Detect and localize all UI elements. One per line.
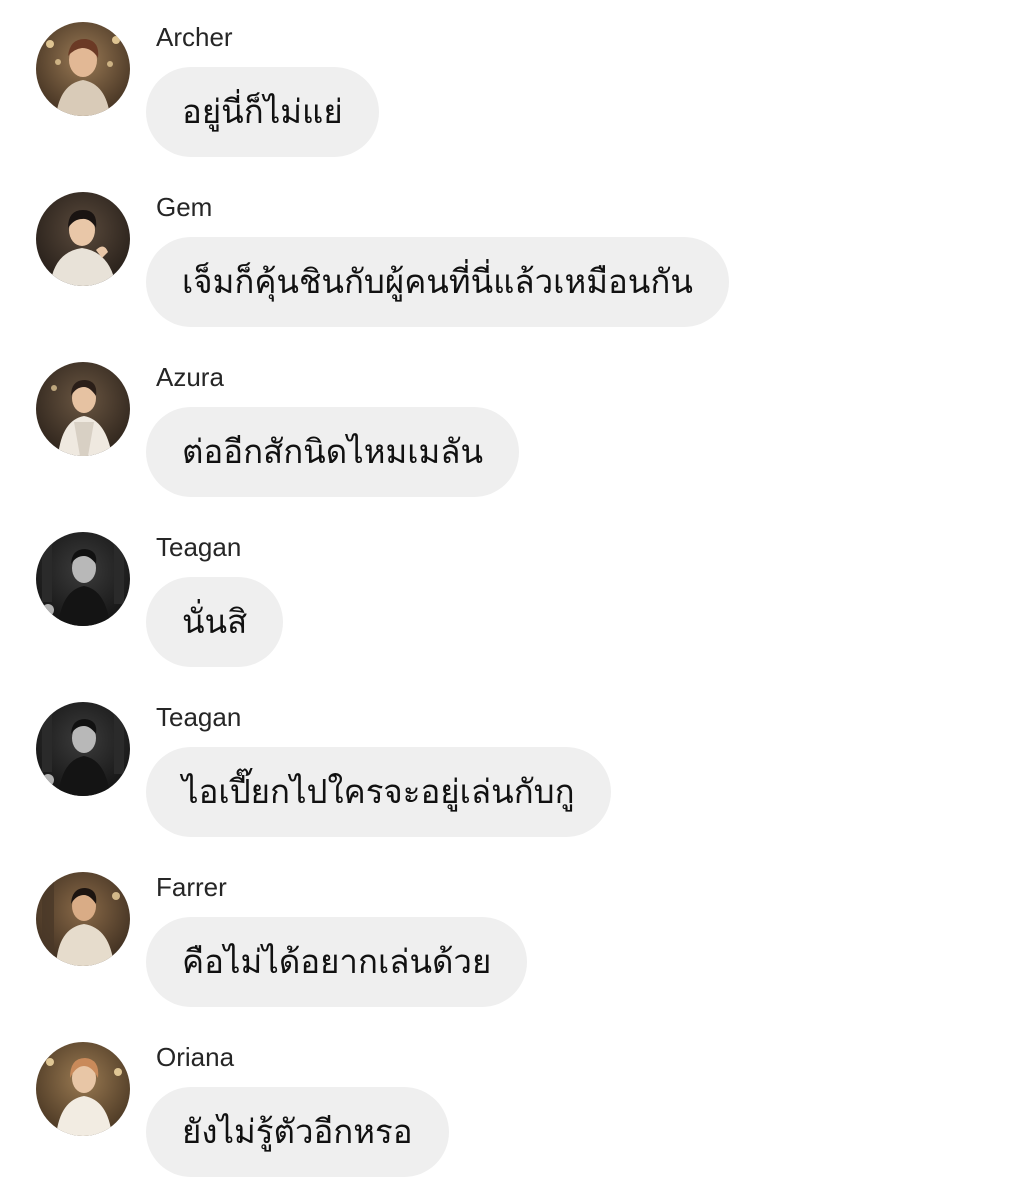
message-row: Archer อยู่นี่ก็ไม่แย่ (0, 0, 1021, 170)
message-bubble[interactable]: นั่นสิ (146, 577, 284, 667)
sender-name: Oriana (156, 1042, 235, 1072)
message-bubble[interactable]: อยู่นี่ก็ไม่แย่ (146, 67, 379, 157)
avatar-photo-icon (36, 702, 130, 796)
message-bubble[interactable]: เจ็มก็คุ้นชินกับผู้คนที่นี่แล้วเหมือนกัน (146, 237, 729, 327)
avatar-teagan[interactable] (36, 532, 130, 626)
sender-name: Farrer (156, 872, 227, 902)
avatar-oriana[interactable] (36, 1042, 130, 1136)
avatar-azura[interactable] (36, 362, 130, 456)
message-bubble[interactable]: คือไม่ได้อยากเล่นด้วย (146, 917, 528, 1007)
avatar-gem[interactable] (36, 192, 130, 286)
message-bubble[interactable]: ต่ออีกสักนิดไหมเมลัน (146, 407, 520, 497)
avatar-photo-icon (36, 362, 130, 456)
sender-name: Azura (156, 362, 224, 392)
avatar-archer[interactable] (36, 22, 130, 116)
message-row: Oriana ยังไม่รู้ตัวอีกหรอ (0, 1020, 1021, 1190)
message-bubble[interactable]: ยังไม่รู้ตัวอีกหรอ (146, 1087, 449, 1177)
avatar-photo-icon (36, 192, 130, 286)
avatar-photo-icon (36, 1042, 130, 1136)
avatar-photo-icon (36, 532, 130, 626)
sender-name: Gem (156, 192, 213, 222)
message-row: Azura ต่ออีกสักนิดไหมเมลัน (0, 340, 1021, 510)
chat-thread: Archer อยู่นี่ก็ไม่แย่ Gem เจ็มก็คุ้นชิน… (0, 0, 1021, 1200)
message-bubble[interactable]: ไอเปี๊ยกไปใครจะอยู่เล่นกับกู (146, 747, 611, 837)
sender-name: Teagan (156, 702, 242, 732)
sender-name: Archer (156, 22, 233, 52)
avatar-photo-icon (36, 872, 130, 966)
avatar-farrer[interactable] (36, 872, 130, 966)
message-row: Teagan ไอเปี๊ยกไปใครจะอยู่เล่นกับกู (0, 680, 1021, 850)
sender-name: Teagan (156, 532, 242, 562)
message-row: Farrer คือไม่ได้อยากเล่นด้วย (0, 850, 1021, 1020)
avatar-photo-icon (36, 22, 130, 116)
avatar-teagan[interactable] (36, 702, 130, 796)
message-row: Teagan นั่นสิ (0, 510, 1021, 680)
message-row: Gem เจ็มก็คุ้นชินกับผู้คนที่นี่แล้วเหมือ… (0, 170, 1021, 340)
